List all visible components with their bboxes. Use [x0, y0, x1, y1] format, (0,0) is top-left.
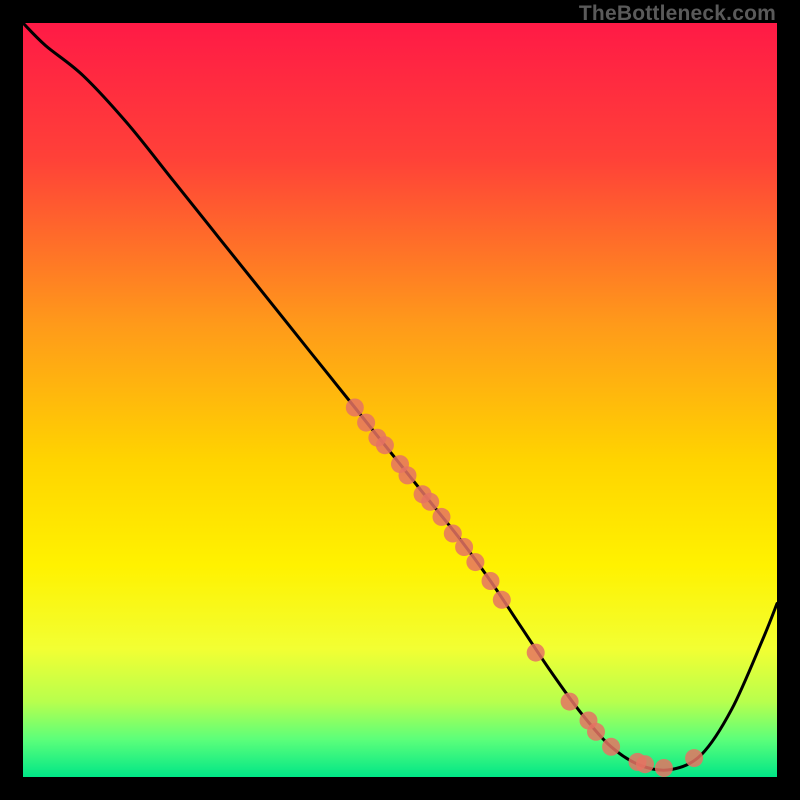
plot-area [23, 23, 777, 777]
scatter-point [466, 553, 484, 571]
scatter-point [602, 738, 620, 756]
scatter-point [357, 414, 375, 432]
scatter-point [685, 749, 703, 767]
scatter-point [433, 508, 451, 526]
scatter-point [455, 538, 473, 556]
chart-frame: TheBottleneck.com [0, 0, 800, 800]
scatter-point [346, 399, 364, 417]
scatter-point [421, 493, 439, 511]
scatter-point [655, 759, 673, 777]
scatter-point [493, 591, 511, 609]
scatter-point [561, 693, 579, 711]
scatter-point [587, 723, 605, 741]
scatter-point [636, 755, 654, 773]
chart-svg [23, 23, 777, 777]
scatter-point [482, 572, 500, 590]
scatter-point [527, 644, 545, 662]
scatter-point [376, 436, 394, 454]
scatter-point [399, 466, 417, 484]
